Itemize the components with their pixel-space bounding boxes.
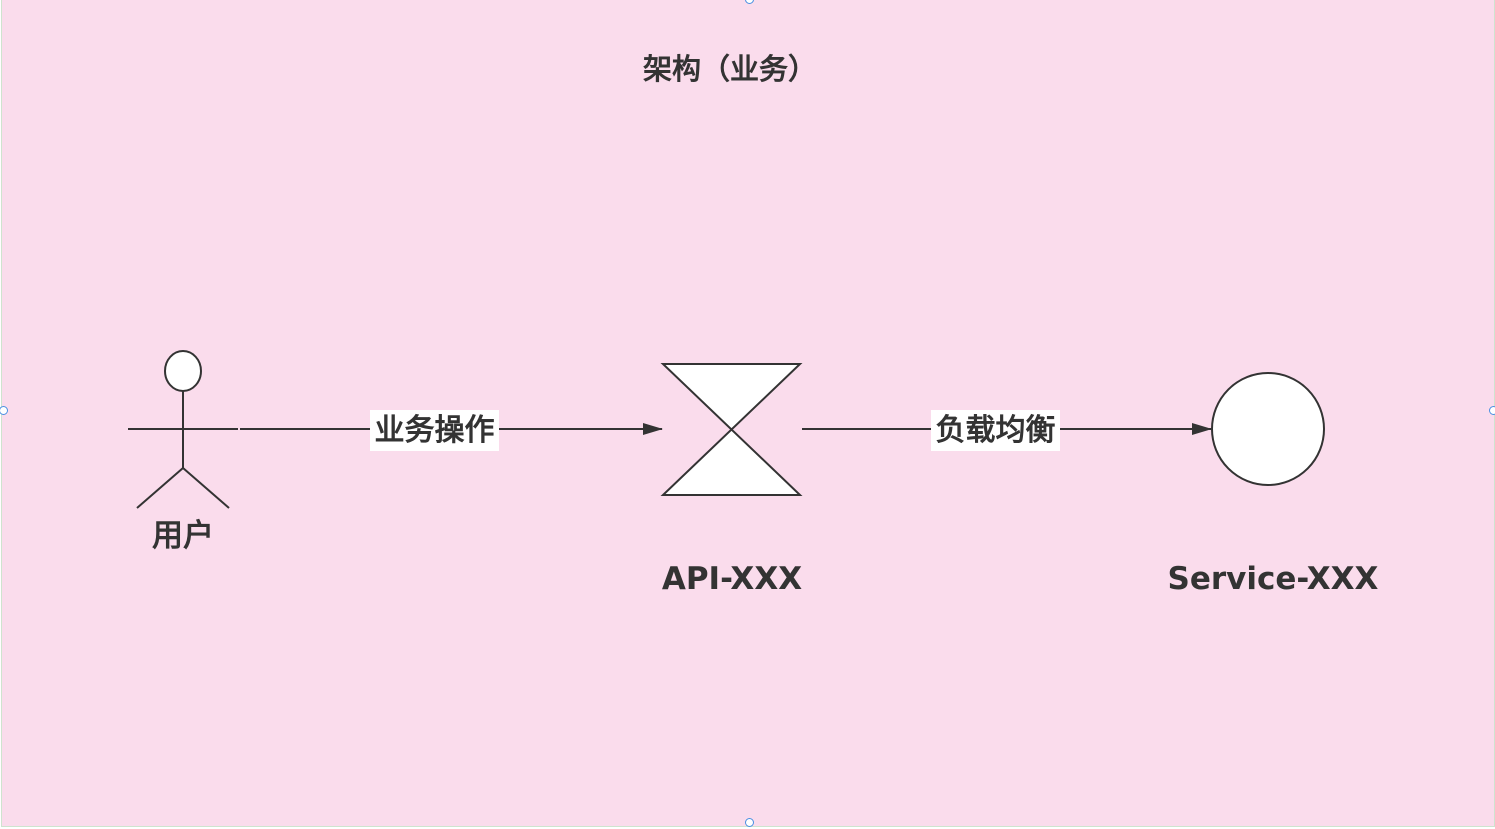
actor-right-leg xyxy=(182,467,230,509)
hourglass-outline xyxy=(660,363,803,496)
resize-handle-right[interactable] xyxy=(1489,406,1495,415)
service-circle xyxy=(1211,372,1325,486)
diagram-graphics xyxy=(128,350,1325,509)
actor-user-shape[interactable] xyxy=(128,350,238,509)
actor-head xyxy=(164,350,202,392)
edge-label-api-to-service[interactable]: 负载均衡 xyxy=(931,410,1060,451)
diagram-canvas: 架构（业务） 业务操作 负载均衡 用户 API-XXX Service-XXX xyxy=(0,0,1495,829)
node-label-api: API-XXX xyxy=(661,561,803,597)
circle-service-shape[interactable] xyxy=(1211,372,1325,486)
node-label-service: Service-XXX xyxy=(1167,561,1379,597)
edge-label-user-to-api[interactable]: 业务操作 xyxy=(370,410,499,451)
hourglass-api-shape[interactable] xyxy=(660,363,803,496)
resize-handle-bottom[interactable] xyxy=(745,818,754,827)
actor-left-leg xyxy=(136,467,184,509)
node-label-user: 用户 xyxy=(152,518,214,554)
